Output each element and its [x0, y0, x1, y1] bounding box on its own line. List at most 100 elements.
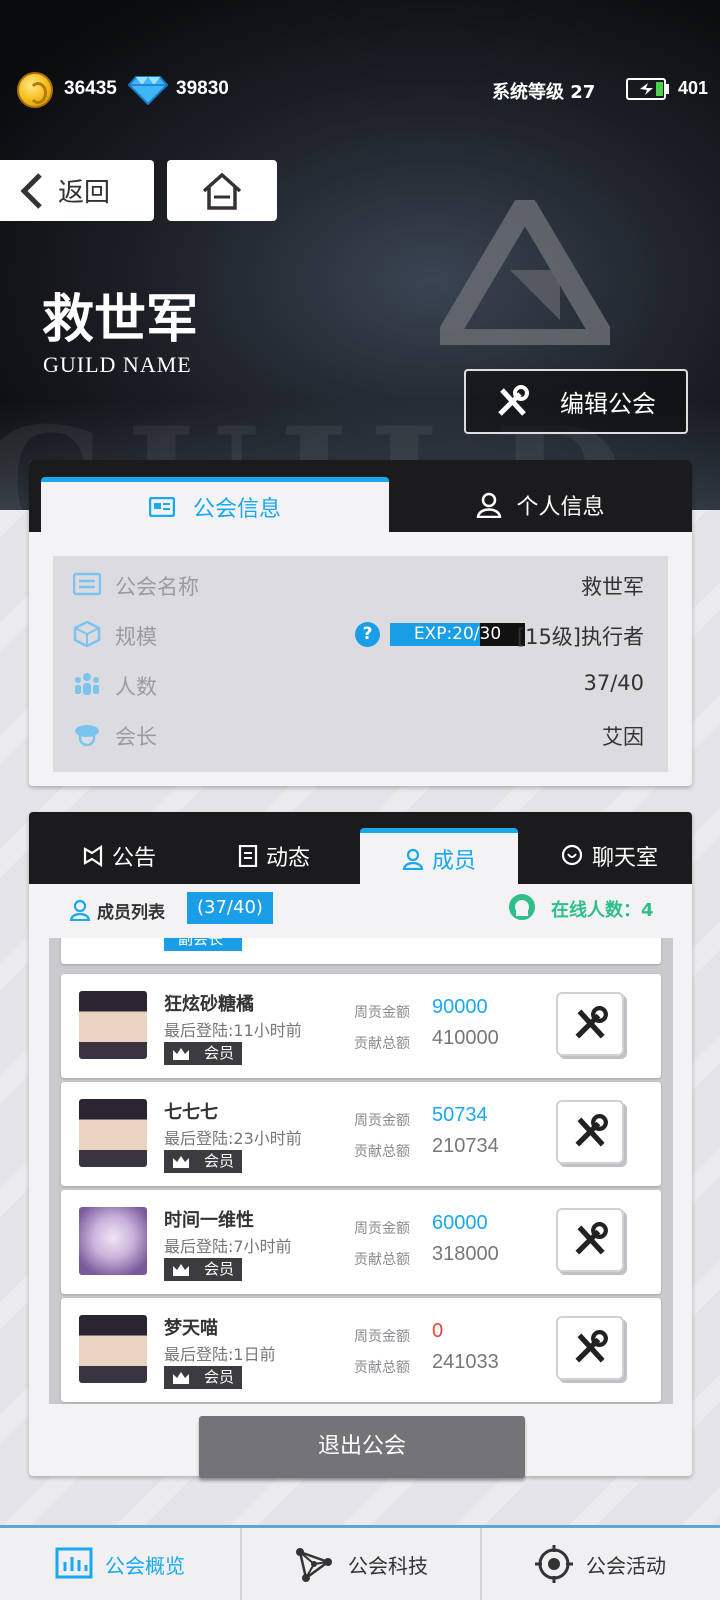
tab-activity[interactable]: 动态: [199, 828, 349, 884]
nav-guild-events-label: 公会活动: [586, 1553, 666, 1578]
diamond-icon: [128, 76, 168, 105]
exp-label: EXP:20/30: [413, 624, 502, 644]
total-contribution-label: 贡献总额: [354, 1144, 410, 1160]
guild-name-subtitle: GUILD NAME: [43, 352, 192, 377]
list-item[interactable]: 狂炫砂糖橘 最后登陆:11小时前 会员 周贡金额 90000 贡献总额 410000: [61, 974, 661, 1078]
person-icon: [477, 492, 502, 518]
edit-guild-label: 编辑公会: [560, 390, 656, 418]
member-name: 七七七: [164, 1102, 218, 1123]
info-value: 艾因: [602, 725, 644, 749]
role-badge: 会员: [164, 1042, 242, 1065]
megaphone-icon: [83, 845, 103, 867]
nav-guild-tech-label: 公会科技: [348, 1553, 428, 1578]
tab-personal-info-label: 个人信息: [516, 494, 605, 520]
member-list-header: 成员列表 (37/40) 在线人数：4: [29, 890, 692, 932]
tools-icon: [575, 1114, 608, 1147]
tab-members-label: 成员: [431, 848, 476, 874]
week-contribution-value: 60000: [432, 1212, 488, 1234]
guild-info-panel: 公会信息 个人信息 公会名称 救世军 规模 ? EXP:20/30 [15级]执…: [29, 460, 692, 786]
member-name: 时间一维性: [164, 1210, 254, 1231]
tab-activity-label: 动态: [265, 846, 310, 871]
network-nodes-icon: [296, 1548, 332, 1582]
week-contribution-label: 周贡金额: [354, 1005, 410, 1021]
role-label: 会员: [204, 1260, 235, 1278]
total-contribution-value: 210734: [432, 1135, 499, 1157]
nav-guild-tech[interactable]: 公会科技: [240, 1528, 480, 1600]
resource-bar: 36435 39830 系统等级 27 401: [0, 70, 720, 110]
tab-chat[interactable]: 聊天室: [529, 828, 689, 884]
id-card-icon: [148, 497, 175, 517]
role-label: 会员: [204, 1368, 235, 1386]
role-badge: 会员: [164, 1366, 242, 1389]
member-list[interactable]: 副会长 狂炫砂糖橘 最后登陆:11小时前 会员 周贡金额 90000 贡献总额 410000…: [49, 938, 673, 1404]
nav-guild-events[interactable]: 公会活动: [480, 1528, 720, 1600]
member-count-badge: (37/40): [187, 892, 273, 924]
info-row-guild-name: 公会名称 救世军: [53, 558, 668, 609]
nav-guild-overview-label: 公会概览: [105, 1553, 185, 1578]
back-label: 返回: [58, 178, 111, 208]
document-icon: [238, 845, 258, 867]
online-count: 在线人数：4: [551, 900, 654, 921]
avatar: [79, 1207, 147, 1275]
week-contribution-label: 周贡金额: [354, 1221, 410, 1237]
avatar: [79, 1099, 147, 1167]
bottom-navigation: 公会概览 公会科技 公会活动: [0, 1525, 720, 1600]
tab-chat-label: 聊天室: [591, 846, 658, 871]
nav-guild-overview[interactable]: 公会概览: [0, 1528, 240, 1600]
chevron-left-icon: [20, 172, 42, 209]
week-contribution-value: 0: [432, 1320, 444, 1342]
manage-member-button[interactable]: [556, 992, 624, 1056]
coin-count: 36435: [64, 78, 117, 99]
role-label: 会员: [204, 1044, 235, 1062]
online-icon: [509, 894, 535, 920]
info-key: 公会名称: [115, 575, 199, 599]
crown-icon: [173, 1047, 189, 1060]
manage-member-button[interactable]: [556, 1208, 624, 1272]
help-question-icon[interactable]: ?: [355, 622, 380, 647]
tab-notice[interactable]: 公告: [49, 828, 189, 884]
info-value: 救世军: [581, 575, 644, 599]
info-row-scale: 规模 ? EXP:20/30 [15级]执行者: [53, 608, 668, 659]
role-badge: 副会长: [164, 938, 242, 951]
person-icon: [402, 848, 424, 870]
avatar: [79, 1315, 147, 1383]
list-item[interactable]: 七七七 最后登陆:23小时前 会员 周贡金额 50734 贡献总额 210734: [61, 1082, 661, 1186]
tools-icon: [575, 1330, 608, 1363]
guild-emblem-logo: [440, 200, 610, 345]
total-contribution-label: 贡献总额: [354, 1252, 410, 1268]
info-value: [15级]执行者: [516, 625, 644, 649]
info-key: 规模: [115, 625, 157, 649]
diamond-count: 39830: [176, 78, 229, 99]
crown-icon: [173, 1155, 189, 1168]
info-value: 37/40: [583, 671, 644, 695]
info-row-members: 人数 37/40: [53, 658, 668, 709]
guild-info-body: 公会名称 救世军 规模 ? EXP:20/30 [15级]执行者 人数 37/4…: [53, 556, 668, 772]
tools-icon: [575, 1006, 608, 1039]
manage-member-button[interactable]: [556, 1316, 624, 1380]
week-contribution-value: 50734: [432, 1104, 488, 1126]
list-item[interactable]: 时间一维性 最后登陆:7小时前 会员 周贡金额 60000 贡献总额 318000: [61, 1190, 661, 1294]
member-list-title: 成员列表: [97, 903, 165, 923]
total-contribution-value: 410000: [432, 1027, 499, 1049]
tab-guild-info[interactable]: 公会信息: [41, 477, 389, 532]
role-label: 会员: [204, 1152, 235, 1170]
list-item[interactable]: 梦天喵 最后登陆:1日前 会员 周贡金额 0 贡献总额 241033: [61, 1298, 661, 1402]
back-button[interactable]: 返回: [0, 160, 154, 221]
tab-members[interactable]: 成员: [360, 828, 518, 884]
system-level: 系统等级 27: [492, 82, 596, 103]
last-login: 最后登陆:1日前: [164, 1345, 276, 1364]
group-icon: [75, 673, 99, 695]
manage-member-button[interactable]: [556, 1100, 624, 1164]
week-contribution-label: 周贡金额: [354, 1329, 410, 1345]
quit-guild-button[interactable]: 退出公会: [199, 1416, 525, 1478]
week-contribution-label: 周贡金额: [354, 1113, 410, 1129]
tab-personal-info[interactable]: 个人信息: [389, 477, 692, 532]
home-button[interactable]: [167, 160, 277, 221]
guild-name-title: 救世军: [42, 289, 199, 350]
edit-guild-button[interactable]: 编辑公会: [464, 369, 688, 434]
crown-icon: [173, 1371, 189, 1384]
member-name: 狂炫砂糖橘: [164, 994, 254, 1015]
energy-battery-icon: [626, 78, 669, 100]
week-contribution-value: 90000: [432, 996, 488, 1018]
tab-guild-info-label: 公会信息: [192, 497, 281, 522]
